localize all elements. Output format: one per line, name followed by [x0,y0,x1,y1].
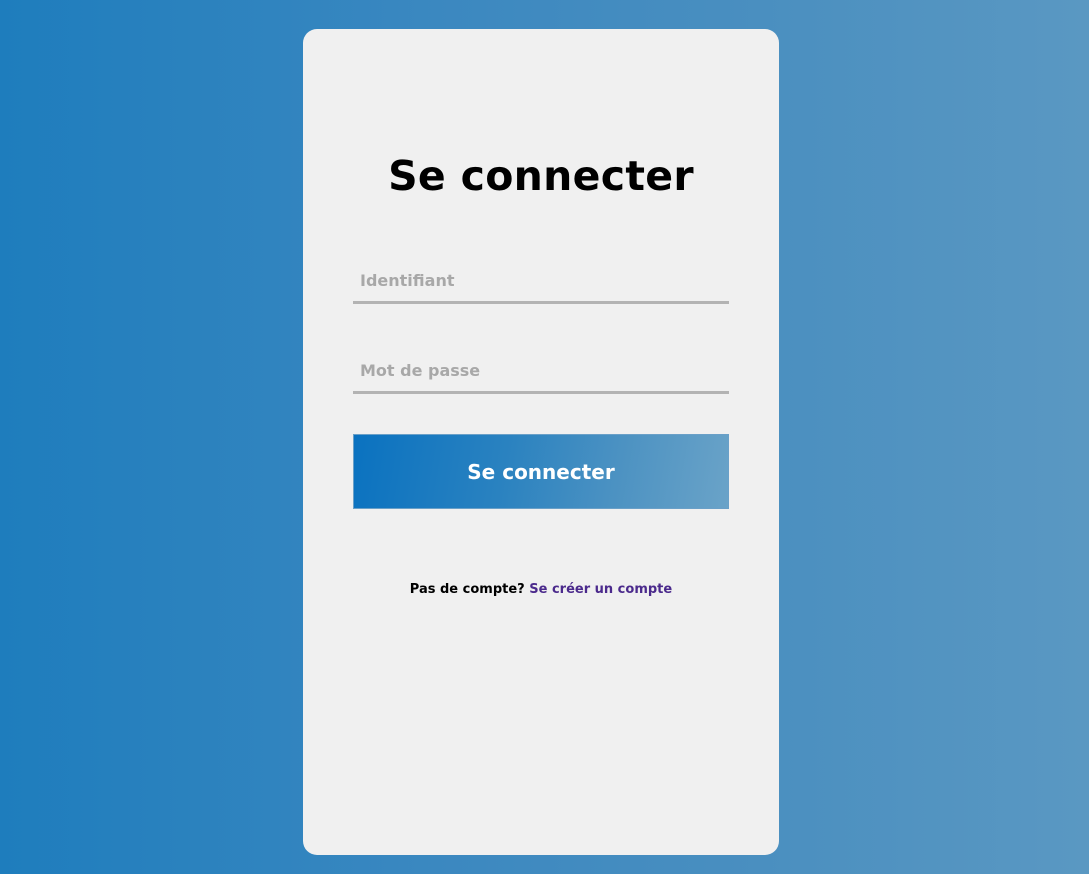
signup-row: Pas de compte? Se créer un compte [303,582,779,597]
signup-link[interactable]: Se créer un compte [529,582,672,597]
login-button[interactable]: Se connecter [353,434,729,509]
username-input[interactable] [353,260,729,304]
password-input[interactable] [353,350,729,394]
signup-prompt: Pas de compte? [409,582,525,597]
login-card: Se connecter Se connecter Pas de compte?… [303,29,779,855]
page-title: Se connecter [388,152,694,200]
